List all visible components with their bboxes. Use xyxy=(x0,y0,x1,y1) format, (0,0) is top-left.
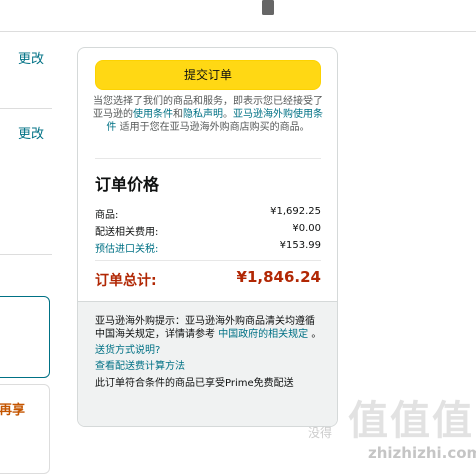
notice-text: 。 xyxy=(308,329,322,340)
watermark: 值值值 没得 zhizhizhi.com xyxy=(308,388,476,469)
shipping-method-link[interactable]: 送货方式说明? xyxy=(95,344,322,357)
order-summary-panel: 提交订单 当您选择了我们的商品和服务，即表示您已经接受了亚马逊的使用条件和隐私声… xyxy=(77,47,338,427)
shipping-row: 配送相关费用: ¥0.00 xyxy=(95,223,321,238)
summary-footer: 亚马逊海外购提示：亚马逊海外购商品清关均遵循中国海关规定，详情请参考 中国政府的… xyxy=(78,301,337,426)
row-value: ¥153.99 xyxy=(279,240,321,251)
watermark-url: zhizhizhi.com xyxy=(368,444,476,462)
import-duty-link[interactable]: 预估进口关税: xyxy=(95,240,158,255)
shipping-fee-link[interactable]: 查看配送费计算方法 xyxy=(95,360,322,373)
row-label: 商品: xyxy=(95,210,119,221)
promo-cut-text: 再享 xyxy=(0,403,26,418)
promo-box: 再享 xyxy=(0,384,50,474)
divider xyxy=(95,260,321,261)
row-label: 配送相关费用: xyxy=(95,227,159,238)
agreement-part: 和 xyxy=(173,109,183,120)
row-value: ¥0.00 xyxy=(292,223,321,234)
order-total-label: 订单总计: xyxy=(95,273,157,289)
row-value: ¥1,692.25 xyxy=(270,206,321,217)
watermark-sub: 没得 xyxy=(308,426,333,440)
order-price-title: 订单价格 xyxy=(95,175,160,194)
conditions-of-use-link[interactable]: 使用条件 xyxy=(133,109,173,120)
import-duty-row: 预估进口关税: ¥153.99 xyxy=(95,240,321,255)
order-total-value: ¥1,846.24 xyxy=(236,268,321,286)
agreement-part: 适用于您在亚马逊海外购商店购买的商品。 xyxy=(116,122,310,133)
prime-shipping-text: 此订单符合条件的商品已享受Prime免费配送 xyxy=(95,378,294,389)
customs-regulations-link[interactable]: 中国政府的相关规定 xyxy=(218,329,308,340)
watermark-logo: 值值值 xyxy=(348,398,474,444)
order-total-row: 订单总计: ¥1,846.24 xyxy=(95,268,321,290)
divider xyxy=(0,254,52,255)
divider xyxy=(0,108,52,109)
selected-option-box[interactable] xyxy=(0,296,50,378)
lock-icon xyxy=(262,0,274,15)
change-payment-link[interactable]: 更改 xyxy=(18,123,44,142)
agreement-part: 。 xyxy=(223,109,233,120)
subtotal-row: 商品: ¥1,692.25 xyxy=(95,206,321,221)
divider xyxy=(95,158,321,159)
top-bar xyxy=(0,0,476,32)
left-column: 更改 更改 再享 xyxy=(0,32,62,474)
submit-order-button[interactable]: 提交订单 xyxy=(95,60,321,90)
agreement-text: 当您选择了我们的商品和服务，即表示您已经接受了亚马逊的使用条件和隐私声明。亚马逊… xyxy=(90,95,326,134)
privacy-notice-link[interactable]: 隐私声明 xyxy=(183,109,223,120)
customs-notice: 亚马逊海外购提示：亚马逊海外购商品清关均遵循中国海关规定，详情请参考 中国政府的… xyxy=(95,315,322,341)
change-address-link[interactable]: 更改 xyxy=(18,48,44,67)
